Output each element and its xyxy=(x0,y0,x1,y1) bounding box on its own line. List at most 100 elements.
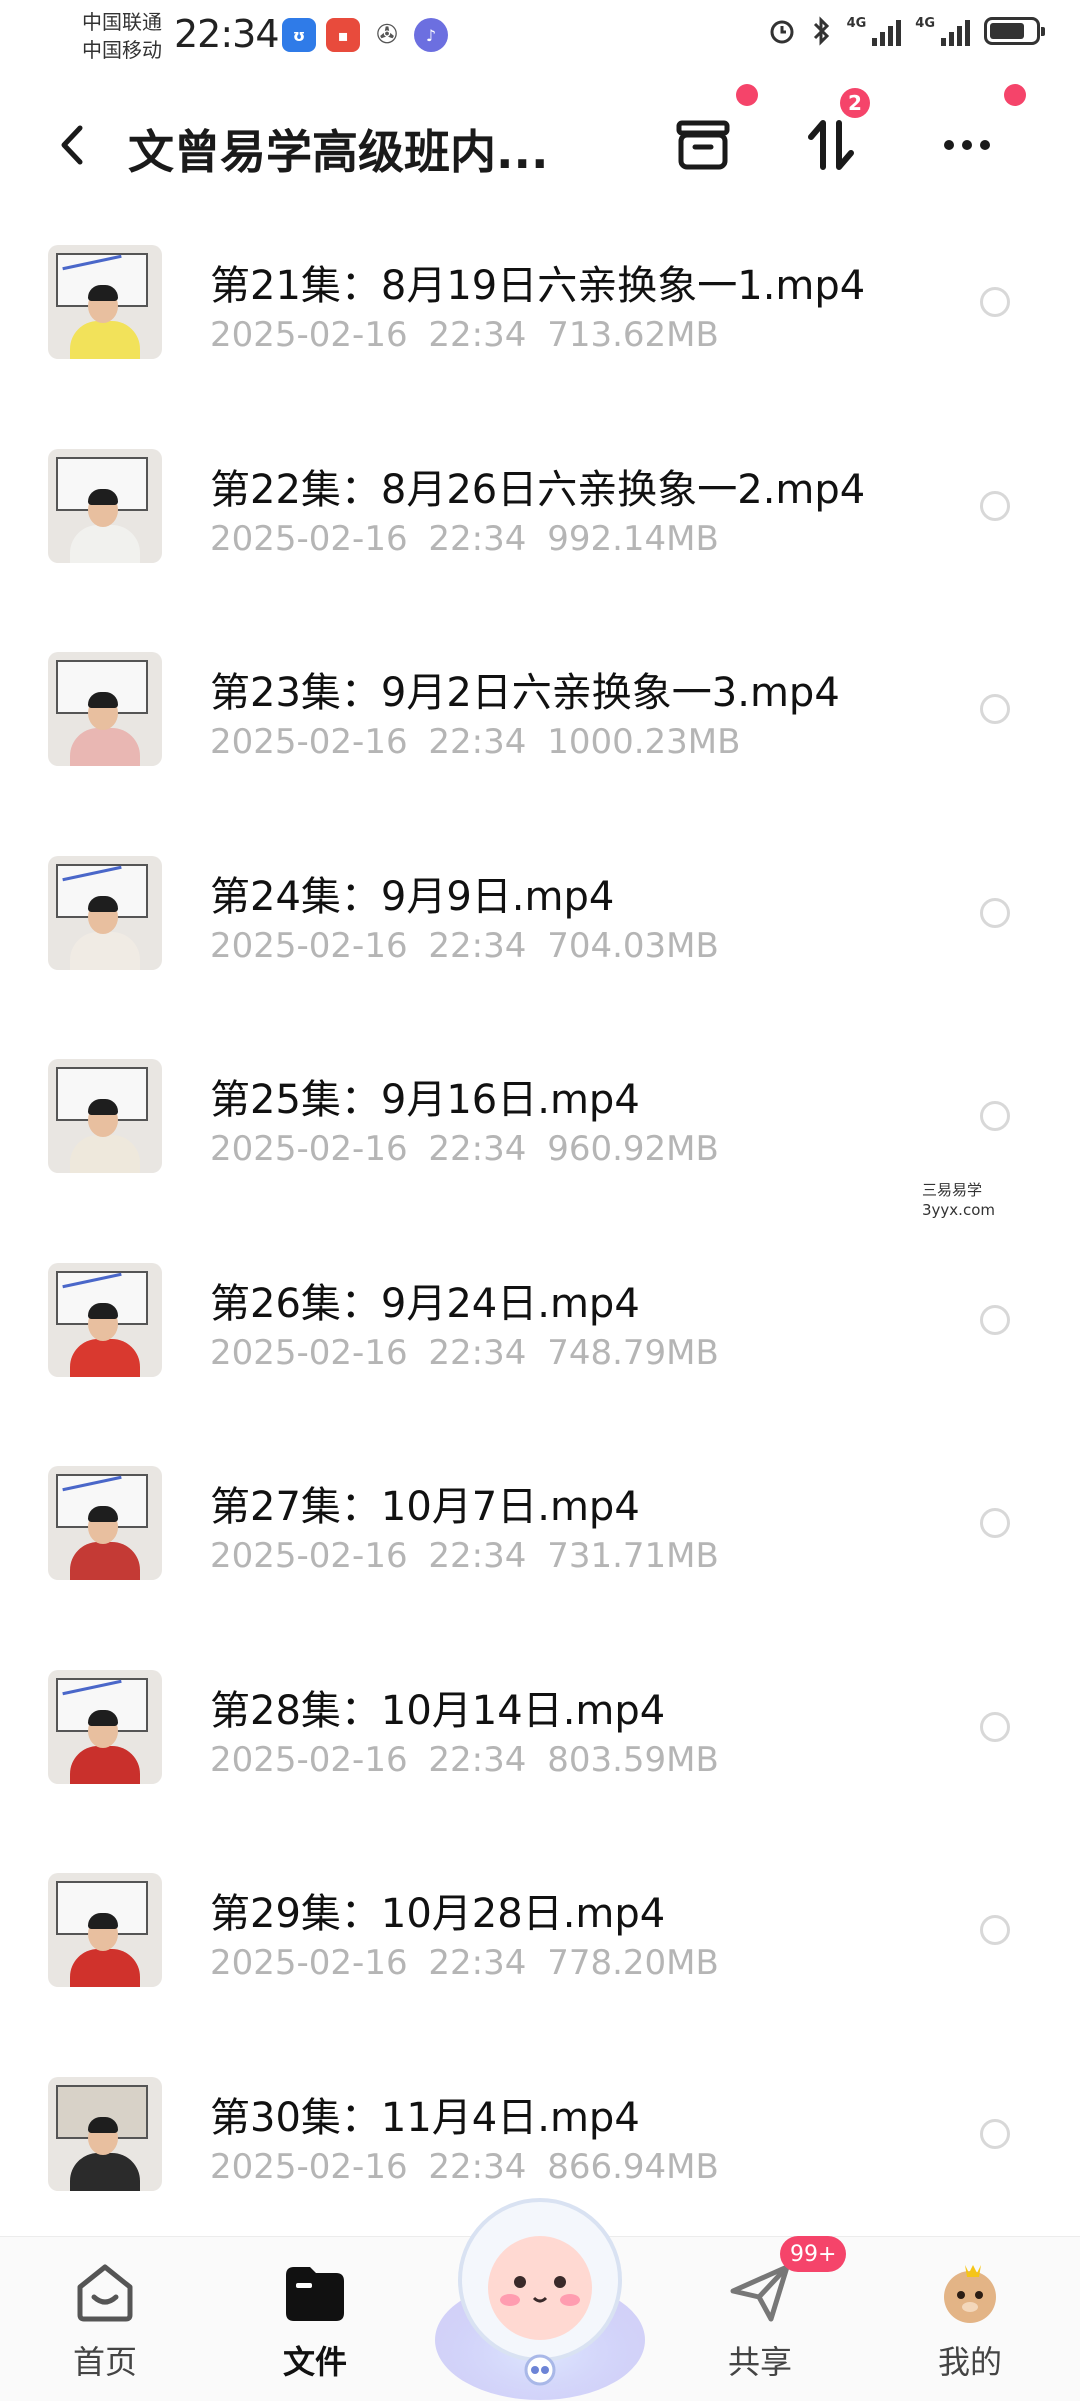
select-radio[interactable] xyxy=(980,2118,1010,2149)
file-name: 第27集：10月7日.mp4 xyxy=(210,1484,640,1530)
video-thumbnail xyxy=(48,448,162,563)
status-time: 22:34 xyxy=(174,12,280,56)
file-size: 992.14MB xyxy=(547,518,719,559)
folder-icon xyxy=(286,2267,344,2321)
file-date: 2025-02-16 xyxy=(210,1943,408,1983)
bluetooth-icon xyxy=(813,16,829,46)
file-name: 第30集：11月4日.mp4 xyxy=(210,2094,640,2141)
chevron-left-icon xyxy=(61,125,83,165)
file-size: 748.79MB xyxy=(547,1332,719,1373)
music-icon: ♪ xyxy=(414,18,448,52)
watermark-line-1: 三易易学 xyxy=(922,1181,983,1199)
video-thumbnail xyxy=(48,1873,162,1987)
file-list: 第21集：8月19日六亲换象一1.mp4 2025-02-16 22:34 71… xyxy=(0,205,1080,2240)
select-radio[interactable] xyxy=(980,490,1010,521)
file-time: 22:34 xyxy=(428,1943,527,1983)
file-meta: 2025-02-16 22:34 778.20MB xyxy=(210,1943,719,1983)
nav-mine-label: 我的 xyxy=(937,2343,1002,2381)
file-meta: 2025-02-16 22:34 713.62MB xyxy=(210,315,719,355)
file-size: 778.20MB xyxy=(547,1943,719,1983)
file-date: 2025-02-16 xyxy=(210,1536,408,1576)
status-bar: 中国联通 中国移动 22:34 ʊ ▪ ✇ ♪ 4G 4G xyxy=(0,0,1080,80)
file-time: 22:34 xyxy=(428,1129,527,1169)
select-radio[interactable] xyxy=(980,1101,1010,1131)
carrier-labels: 中国联通 中国移动 xyxy=(82,8,162,64)
select-radio[interactable] xyxy=(980,897,1010,928)
file-time: 22:34 xyxy=(428,1739,527,1780)
back-button[interactable] xyxy=(48,120,98,170)
file-row[interactable]: 第24集：9月9日.mp4 2025-02-16 22:34 704.03MB xyxy=(0,816,1080,1020)
file-row[interactable]: 第27集：10月7日.mp4 2025-02-16 22:34 731.71MB xyxy=(0,1426,1080,1630)
avatar-icon xyxy=(944,2265,996,2323)
network-label-1: 4G xyxy=(846,16,867,31)
file-meta: 2025-02-16 22:34 992.14MB xyxy=(210,519,719,559)
file-meta: 2025-02-16 22:34 803.59MB xyxy=(210,1740,719,1780)
file-time: 22:34 xyxy=(428,1536,527,1576)
signal-icon xyxy=(872,16,902,46)
file-time: 22:34 xyxy=(428,925,527,966)
file-meta: 2025-02-16 22:34 960.92MB xyxy=(210,1129,719,1169)
file-size: 713.62MB xyxy=(547,315,719,355)
file-name: 第29集：10月28日.mp4 xyxy=(210,1891,666,1937)
file-row[interactable]: 第23集：9月2日六亲换象一3.mp4 2025-02-16 22:34 100… xyxy=(0,612,1080,816)
file-date: 2025-02-16 xyxy=(210,722,408,762)
file-row[interactable]: 第21集：8月19日六亲换象一1.mp4 2025-02-16 22:34 71… xyxy=(0,205,1080,409)
file-meta: 2025-02-16 22:34 731.71MB xyxy=(210,1536,719,1576)
file-meta: 2025-02-16 22:34 1000.23MB xyxy=(210,722,740,762)
transfer-badge: 2 xyxy=(840,88,870,118)
file-date: 2025-02-16 xyxy=(210,1129,408,1169)
file-name: 第26集：9月24日.mp4 xyxy=(210,1280,640,1327)
file-date: 2025-02-16 xyxy=(210,1332,408,1373)
nav-files[interactable]: 文件 xyxy=(245,2257,385,2387)
file-name: 第22集：8月26日六亲换象一2.mp4 xyxy=(210,466,866,513)
more-dot-badge xyxy=(1004,84,1026,106)
file-row[interactable]: 第29集：10月28日.mp4 2025-02-16 22:34 778.20M… xyxy=(0,1833,1080,2037)
app-notification-icon: ▪ xyxy=(326,18,360,52)
select-radio[interactable] xyxy=(980,694,1010,724)
share-badge: 99+ xyxy=(780,2236,847,2272)
file-size: 803.59MB xyxy=(547,1739,719,1780)
video-thumbnail xyxy=(48,1669,162,1784)
video-thumbnail xyxy=(48,652,162,766)
file-time: 22:34 xyxy=(428,518,527,559)
file-row[interactable]: 第26集：9月24日.mp4 2025-02-16 22:34 748.79MB xyxy=(0,1223,1080,1427)
video-thumbnail xyxy=(48,2076,162,2191)
watermark: 三易易学 3yyx.com xyxy=(922,1180,995,1220)
select-radio[interactable] xyxy=(980,287,1010,317)
select-radio[interactable] xyxy=(980,1304,1010,1335)
video-thumbnail xyxy=(48,245,162,359)
file-name: 第21集：8月19日六亲换象一1.mp4 xyxy=(210,263,866,309)
file-row[interactable]: 第22集：8月26日六亲换象一2.mp4 2025-02-16 22:34 99… xyxy=(0,409,1080,613)
file-name: 第23集：9月2日六亲换象一3.mp4 xyxy=(210,670,840,716)
file-date: 2025-02-16 xyxy=(210,1739,408,1780)
select-radio[interactable] xyxy=(980,1711,1010,1742)
select-radio[interactable] xyxy=(980,1915,1010,1945)
file-row[interactable]: 第28集：10月14日.mp4 2025-02-16 22:34 803.59M… xyxy=(0,1630,1080,1834)
send-icon xyxy=(730,2264,790,2322)
archive-dot-badge xyxy=(736,84,758,106)
nav-mine[interactable]: 我的 xyxy=(900,2257,1040,2387)
page-title: 文曾易学高级班内... xyxy=(128,125,549,179)
mascot-button[interactable] xyxy=(430,2170,650,2400)
file-row[interactable]: 第25集：9月16日.mp4 2025-02-16 22:34 960.92MB xyxy=(0,1019,1080,1223)
nav-home[interactable]: 首页 xyxy=(35,2257,175,2387)
nav-share-label: 共享 xyxy=(727,2343,792,2381)
transfer-button[interactable] xyxy=(796,110,866,180)
select-radio[interactable] xyxy=(980,1508,1010,1538)
alarm-icon xyxy=(770,20,794,44)
file-name: 第24集：9月9日.mp4 xyxy=(210,873,615,920)
file-date: 2025-02-16 xyxy=(210,2146,408,2187)
more-button[interactable] xyxy=(932,110,1002,180)
archive-button[interactable] xyxy=(668,110,738,180)
file-time: 22:34 xyxy=(428,315,527,355)
file-date: 2025-02-16 xyxy=(210,518,408,559)
file-name: 第28集：10月14日.mp4 xyxy=(210,1687,666,1734)
file-time: 22:34 xyxy=(428,722,527,762)
file-size: 960.92MB xyxy=(547,1129,719,1169)
transfer-icon xyxy=(808,120,854,170)
app-header: 文曾易学高级班内... 2 xyxy=(0,84,1080,200)
signal-icon xyxy=(941,16,970,46)
file-meta: 2025-02-16 22:34 704.03MB xyxy=(210,926,719,966)
file-size: 1000.23MB xyxy=(547,722,741,762)
nav-share[interactable]: 共享 xyxy=(690,2257,830,2387)
